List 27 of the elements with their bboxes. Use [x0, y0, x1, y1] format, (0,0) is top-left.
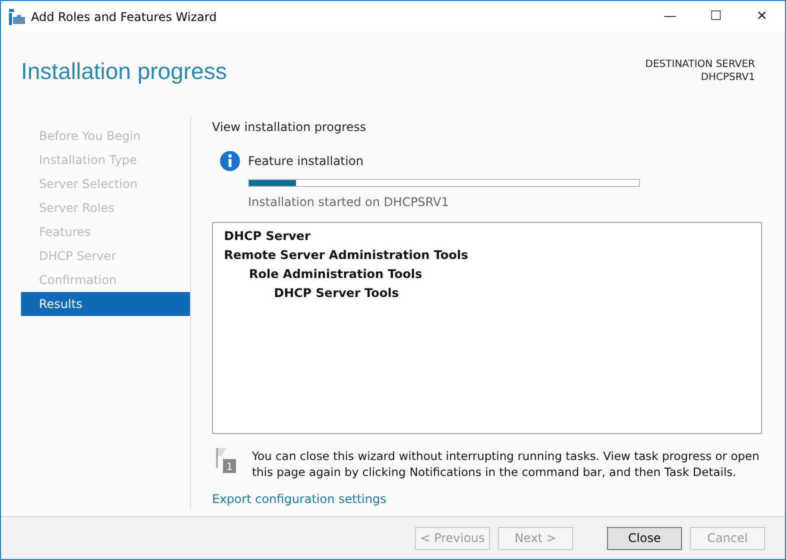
sidebar-item[interactable]: Server Selection [21, 172, 190, 196]
result-item: Remote Server Administration Tools [224, 247, 470, 264]
sidebar-item[interactable]: Before You Begin [21, 124, 190, 148]
minimize-button[interactable]: — [647, 9, 693, 24]
sidebar-item[interactable]: DHCP Server [21, 244, 190, 268]
sidebar-item[interactable]: Results [21, 292, 190, 316]
status-title: Feature installation [248, 154, 364, 168]
window-title: Add Roles and Features Wizard [31, 10, 218, 24]
result-item: DHCP Server Tools [273, 285, 400, 302]
maximize-button[interactable]: ☐ [693, 9, 739, 24]
close-button[interactable]: ✕ [739, 9, 785, 24]
sidebar-item[interactable]: Confirmation [21, 268, 190, 292]
section-heading: View installation progress [212, 120, 368, 134]
status-message: Installation started on DHCPSRV1 [248, 195, 450, 209]
result-item: DHCP Server [224, 228, 312, 245]
sidebar-item[interactable]: Installation Type [21, 148, 190, 172]
wizard-button[interactable]: Close [607, 526, 682, 550]
info-note: You can close this wizard without interrupting running tasks. View task progress or open this page again by clicking Notifications in the command bar, and then Task Details. [252, 448, 760, 480]
destination-server: DHCPSRV1 [700, 71, 755, 84]
result-item: Role Administration Tools [248, 266, 424, 283]
page-title: Installation progress [21, 58, 227, 86]
app-icon [9, 8, 25, 24]
sidebar-item[interactable]: Features [21, 220, 190, 244]
sidebar-item[interactable]: Server Roles [21, 196, 190, 220]
export-link[interactable]: Export configuration settings [212, 492, 386, 506]
destination-label: DESTINATION SERVER [645, 58, 755, 71]
info-icon [220, 151, 240, 171]
